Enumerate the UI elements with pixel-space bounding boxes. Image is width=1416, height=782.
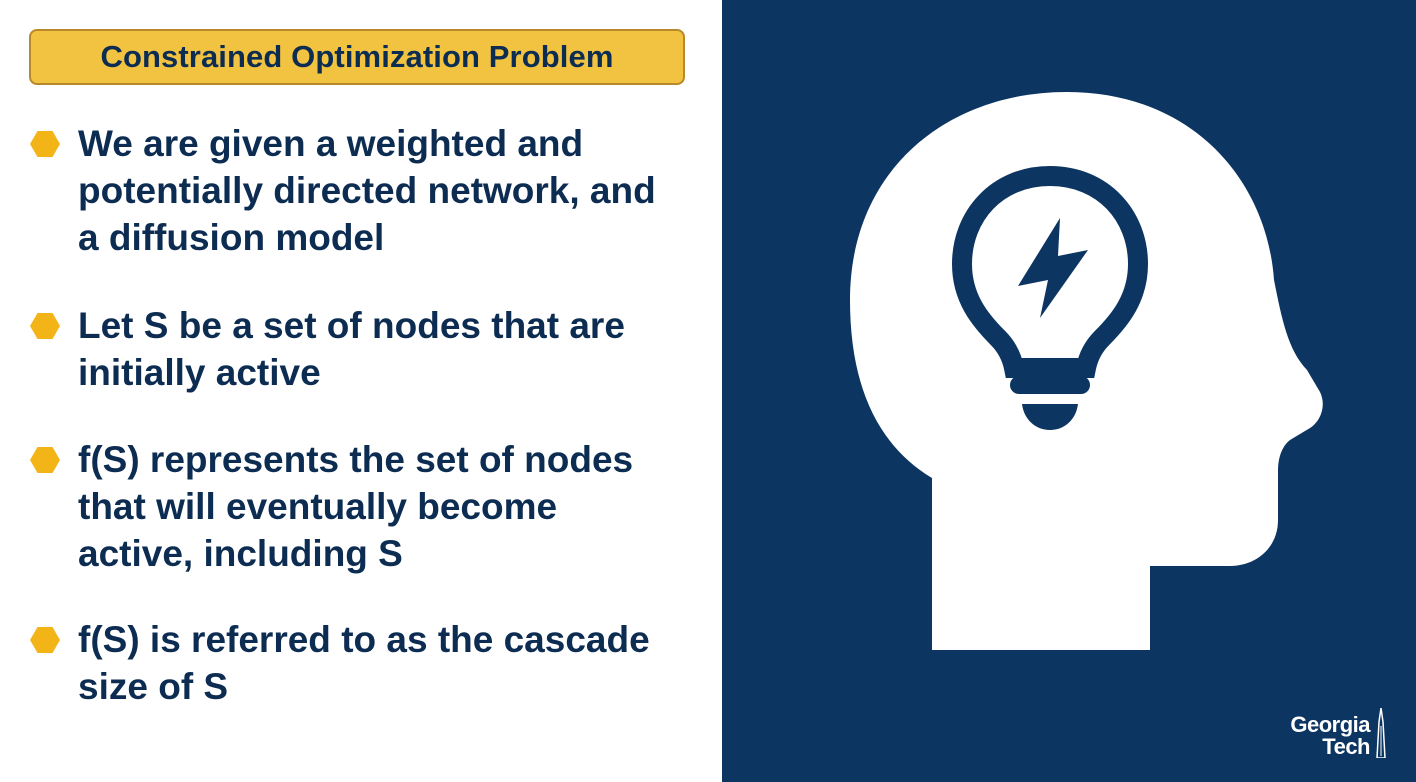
bullet-text: Let S be a set of nodes that are initial… bbox=[78, 305, 625, 393]
hexagon-bullet-icon bbox=[30, 447, 60, 473]
bullet-text: We are given a weighted and potentially … bbox=[78, 123, 656, 258]
content-panel: Constrained Optimization Problem We are … bbox=[0, 0, 722, 782]
logo-line-2: Tech bbox=[1322, 734, 1370, 759]
bullet-text: f(S) represents the set of nodes that wi… bbox=[78, 439, 634, 574]
head-with-lightbulb-icon bbox=[850, 92, 1323, 650]
slide-title: Constrained Optimization Problem bbox=[100, 39, 614, 74]
title-banner: Constrained Optimization Problem bbox=[29, 29, 685, 85]
illustration-panel: Georgia Tech bbox=[722, 0, 1416, 782]
logo-line-1: Georgia bbox=[1290, 712, 1370, 737]
hexagon-bullet-icon bbox=[30, 131, 60, 157]
tower-spire-icon bbox=[1376, 708, 1386, 758]
hexagon-bullet-icon bbox=[30, 627, 60, 653]
hexagon-bullet-icon bbox=[30, 313, 60, 339]
bullet-text: f(S) is referred to as the cascade size … bbox=[78, 619, 650, 707]
georgia-tech-logo: Georgia Tech bbox=[1290, 708, 1386, 759]
